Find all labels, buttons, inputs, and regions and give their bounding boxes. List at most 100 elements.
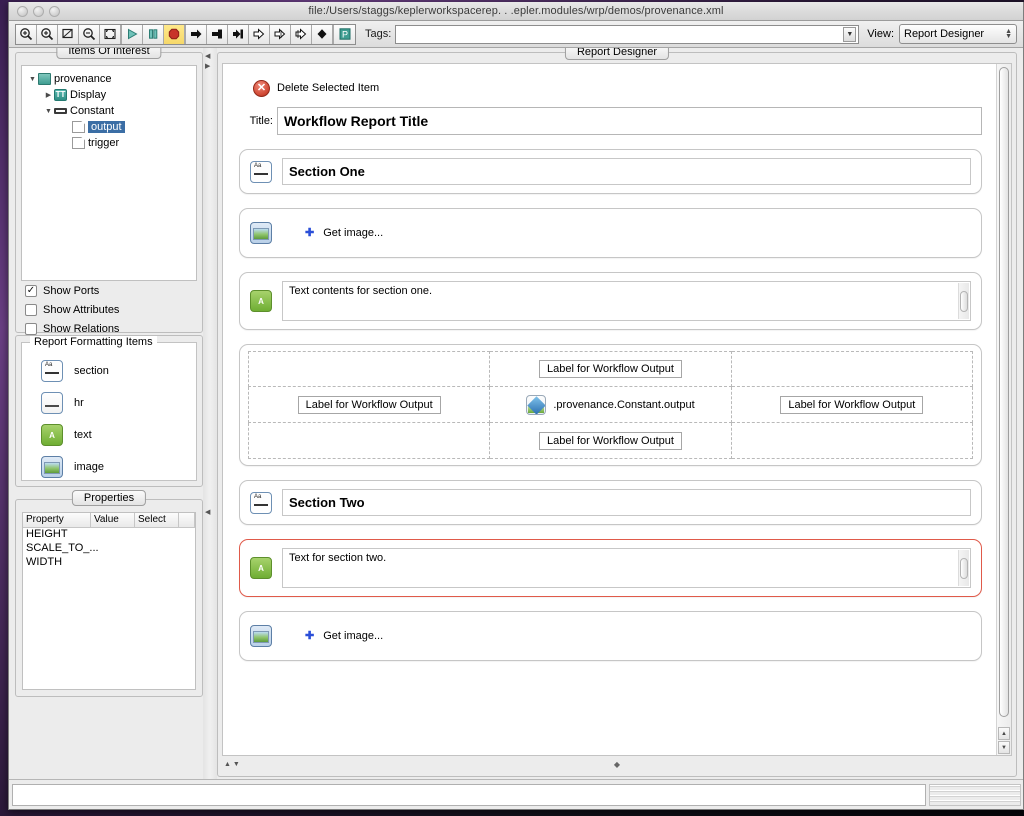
column-header-value[interactable]: Value [91, 513, 135, 528]
formatting-item-label: hr [74, 397, 84, 409]
text-content-input[interactable]: Text for section two. [282, 548, 971, 588]
zoom-in-icon[interactable] [16, 24, 37, 44]
section-icon [250, 160, 272, 183]
workflow-output-label[interactable]: Label for Workflow Output [539, 360, 682, 378]
report-block-image-one[interactable]: ✚ Get image... [239, 208, 982, 258]
hollow-arrow-2-icon[interactable] [270, 24, 291, 44]
splitter-grip-icon[interactable]: ◀ [205, 508, 210, 516]
report-block-section-two[interactable]: Section Two [239, 480, 982, 525]
step-fat-icon[interactable] [228, 24, 249, 44]
properties-tab[interactable]: Properties [71, 490, 147, 506]
grid-cell-0-0[interactable] [248, 351, 491, 387]
twisty-open-icon[interactable]: ▼ [27, 76, 38, 83]
footer-grip-icon[interactable]: ◆ [614, 760, 620, 769]
run-icon[interactable] [122, 24, 143, 44]
show-relations-checkbox[interactable] [25, 322, 37, 335]
text-scrollbar[interactable] [958, 550, 969, 586]
grid-cell-1-1[interactable]: .provenance.Constant.output [490, 387, 732, 423]
tree-node-output[interactable]: output [25, 119, 193, 135]
table-row[interactable]: HEIGHT [23, 528, 195, 542]
formatting-item-label: text [74, 429, 92, 441]
tags-input[interactable]: ▼ [395, 24, 860, 44]
column-header-select[interactable]: Select [135, 513, 179, 528]
tree-node-trigger[interactable]: trigger [25, 135, 193, 151]
grid-cell-1-2[interactable]: Label for Workflow Output [731, 387, 973, 423]
diamond-icon[interactable] [312, 24, 333, 44]
report-block-text-one[interactable]: A Text contents for section one. [239, 272, 982, 330]
get-image-button[interactable]: ✚ Get image... [296, 630, 383, 642]
section-title-input[interactable]: Section Two [282, 489, 971, 516]
formatting-item-section[interactable]: section [30, 355, 188, 387]
twisty-open-icon[interactable]: ▼ [43, 108, 54, 115]
workflow-output-label[interactable]: Label for Workflow Output [539, 431, 682, 450]
footer-collapse-icons[interactable]: ▲▼ [224, 761, 242, 768]
report-block-section-one[interactable]: Section One [239, 149, 982, 194]
step-icon[interactable] [186, 24, 207, 44]
text-scrollbar[interactable] [958, 283, 969, 319]
section-title-input[interactable]: Section One [282, 158, 971, 185]
text-scrollbar-thumb[interactable] [960, 557, 968, 579]
formatting-item-text[interactable]: A text [30, 419, 188, 451]
table-row[interactable]: WIDTH [23, 556, 195, 570]
show-ports-row[interactable]: ✓ Show Ports [21, 281, 197, 300]
table-row[interactable]: SCALE_TO_... [23, 542, 195, 556]
chevron-down-icon[interactable]: ▼ [843, 26, 857, 42]
scroll-down-button[interactable]: ▼ [998, 741, 1010, 754]
panel-splitter[interactable]: ◀ ▶ ◀ [203, 48, 217, 779]
column-header-property[interactable]: Property [23, 513, 91, 528]
grid-cell-1-0[interactable]: Label for Workflow Output [248, 387, 491, 423]
get-image-button[interactable]: ✚ Get image... [296, 227, 383, 239]
delete-selected-item-button[interactable]: ✕ Delete Selected Item [253, 77, 982, 99]
report-block-text-two[interactable]: A Text for section two. [239, 539, 982, 597]
tree-node-label: output [88, 121, 125, 133]
workflow-output-label[interactable]: Label for Workflow Output [780, 395, 924, 414]
show-ports-checkbox[interactable]: ✓ [25, 284, 37, 297]
fullscreen-icon[interactable] [100, 24, 121, 44]
step-to-end-icon[interactable] [207, 24, 228, 44]
view-select[interactable]: Report Designer ▲ ▼ [899, 24, 1017, 44]
zoom-out-icon[interactable] [79, 24, 100, 44]
hollow-arrow-1-icon[interactable] [249, 24, 270, 44]
report-designer-tab[interactable]: Report Designer [564, 48, 670, 60]
tree-node-constant[interactable]: ▼ Constant [25, 103, 193, 119]
report-block-workflow-output-grid[interactable]: Label for Workflow Output Label for Work… [239, 344, 982, 466]
twisty-closed-icon[interactable]: ▶ [43, 91, 54, 99]
image-icon [41, 456, 63, 478]
splitter-collapse-right-icon[interactable]: ▶ [205, 62, 210, 70]
report-block-image-two[interactable]: ✚ Get image... [239, 611, 982, 661]
tree-node-provenance[interactable]: ▼ provenance [25, 71, 193, 87]
grid-cell-2-1[interactable]: Label for Workflow Output [490, 423, 732, 459]
workflow-output-label[interactable]: Label for Workflow Output [297, 395, 441, 414]
stop-icon[interactable] [164, 24, 185, 44]
grid-cell-2-2[interactable] [731, 423, 973, 459]
provenance-icon[interactable]: P [334, 24, 355, 44]
grid-cell-0-2[interactable] [731, 351, 973, 387]
show-attributes-row[interactable]: Show Attributes [21, 300, 197, 319]
formatting-item-hr[interactable]: hr [30, 387, 188, 419]
delete-icon: ✕ [253, 79, 270, 97]
report-canvas[interactable]: ✕ Delete Selected Item Title: Workflow R… [223, 64, 996, 755]
title-input[interactable]: Workflow Report Title [277, 107, 982, 135]
port-icon [72, 137, 85, 149]
hollow-arrow-3-icon[interactable] [291, 24, 312, 44]
grid-cell-0-1[interactable]: Label for Workflow Output [490, 351, 732, 387]
image-icon [250, 625, 272, 647]
scroll-up-button[interactable]: ▲ [998, 727, 1010, 740]
scrollbar-thumb[interactable] [999, 67, 1009, 717]
grid-cell-2-0[interactable] [248, 423, 491, 459]
tree-node-display[interactable]: ▶ TT Display [25, 87, 193, 103]
zoom-fit-icon[interactable] [58, 24, 79, 44]
formatting-item-image[interactable]: image [30, 451, 188, 483]
items-of-interest-tab[interactable]: Items Of Interest [56, 48, 162, 59]
canvas-vertical-scrollbar[interactable]: ▲ ▼ [996, 64, 1011, 755]
zoom-reset-icon[interactable] [37, 24, 58, 44]
text-scrollbar-thumb[interactable] [960, 290, 968, 312]
workflow-output-icon [526, 394, 547, 415]
resize-grip-icon[interactable] [929, 783, 1021, 806]
show-attributes-checkbox[interactable] [25, 303, 37, 316]
pause-icon[interactable] [143, 24, 164, 44]
properties-table[interactable]: Property Value Select HEIGHT SCALE_TO_..… [22, 512, 196, 690]
splitter-collapse-left-icon[interactable]: ◀ [205, 52, 210, 60]
items-of-interest-tree[interactable]: ▼ provenance ▶ TT Display ▼ Constant out… [21, 65, 197, 281]
text-content-input[interactable]: Text contents for section one. [282, 281, 971, 321]
